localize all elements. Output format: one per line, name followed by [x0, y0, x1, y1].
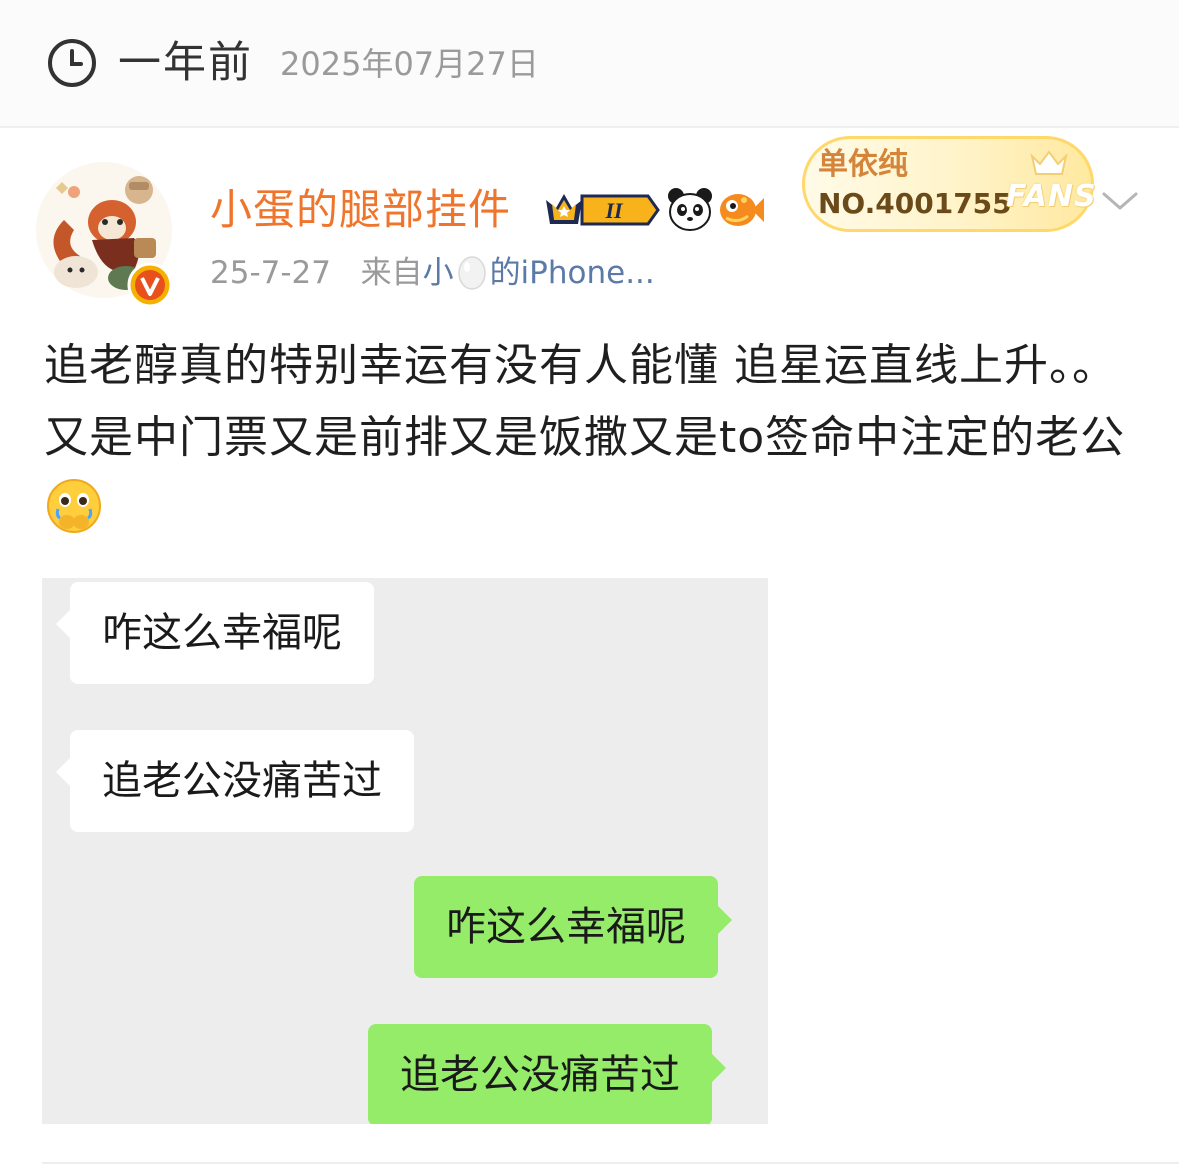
chat-screenshot-image[interactable]: 咋这么幸福呢 追老公没痛苦过 咋这么幸福呢 追老公没痛苦过	[42, 578, 768, 1124]
author-name[interactable]: 小蛋的腿部挂件	[210, 182, 511, 238]
chat-message-text: 追老公没痛苦过	[102, 758, 382, 804]
divider	[42, 1162, 1179, 1164]
post-date: 25-7-27	[210, 255, 331, 291]
chat-message-text: 咋这么幸福呢	[102, 610, 342, 656]
verified-badge-icon	[127, 262, 173, 308]
memory-header: 一年前 2025年07月27日	[0, 0, 1179, 128]
panda-icon	[668, 188, 712, 231]
chat-bubble-left-1: 咋这么幸福呢	[56, 582, 374, 684]
fans-number: NO.4001755	[818, 187, 1012, 220]
chat-bubble-right-2: 追老公没痛苦过	[368, 1024, 726, 1124]
chat-bubble-right-1: 咋这么幸福呢	[414, 876, 732, 978]
source-prefix: 来自	[360, 255, 423, 291]
egg-emoji-icon	[457, 256, 486, 290]
memory-relative-time: 一年前	[118, 38, 253, 88]
chat-message-text: 追老公没痛苦过	[400, 1052, 680, 1098]
crying-face-emoji-icon	[47, 479, 101, 533]
fans-crown-icon	[1030, 150, 1068, 175]
svg-text:II: II	[604, 198, 624, 223]
clock-icon	[48, 39, 96, 87]
fans-group-name: 单依纯	[818, 147, 908, 182]
post-body: 追老醇真的特别幸运有没有人能懂 追星运直线上升。。又是中门票又是前排又是饭撒又是…	[44, 340, 1126, 463]
fish-icon	[720, 194, 764, 226]
chat-message-text: 咋这么幸福呢	[446, 904, 686, 950]
chevron-down-icon[interactable]	[1100, 186, 1140, 216]
crown-level-badge-icon: II	[546, 194, 660, 226]
source-link-b[interactable]: 的iPhone...	[490, 255, 655, 291]
source-link-a[interactable]: 小	[423, 255, 454, 291]
chat-bubble-left-2: 追老公没痛苦过	[56, 730, 414, 832]
memory-date: 2025年07月27日	[280, 45, 539, 83]
weibo-post-page: 一年前 2025年07月27日 小蛋的腿部挂件 II 25-7-27 来自小 的…	[0, 0, 1179, 1176]
post-text: 追老醇真的特别幸运有没有人能懂 追星运直线上升。。又是中门票又是前排又是饭撒又是…	[44, 330, 1144, 546]
fans-label: FANS	[1006, 179, 1097, 214]
post-meta: 25-7-27 来自小 的iPhone...	[210, 252, 655, 294]
